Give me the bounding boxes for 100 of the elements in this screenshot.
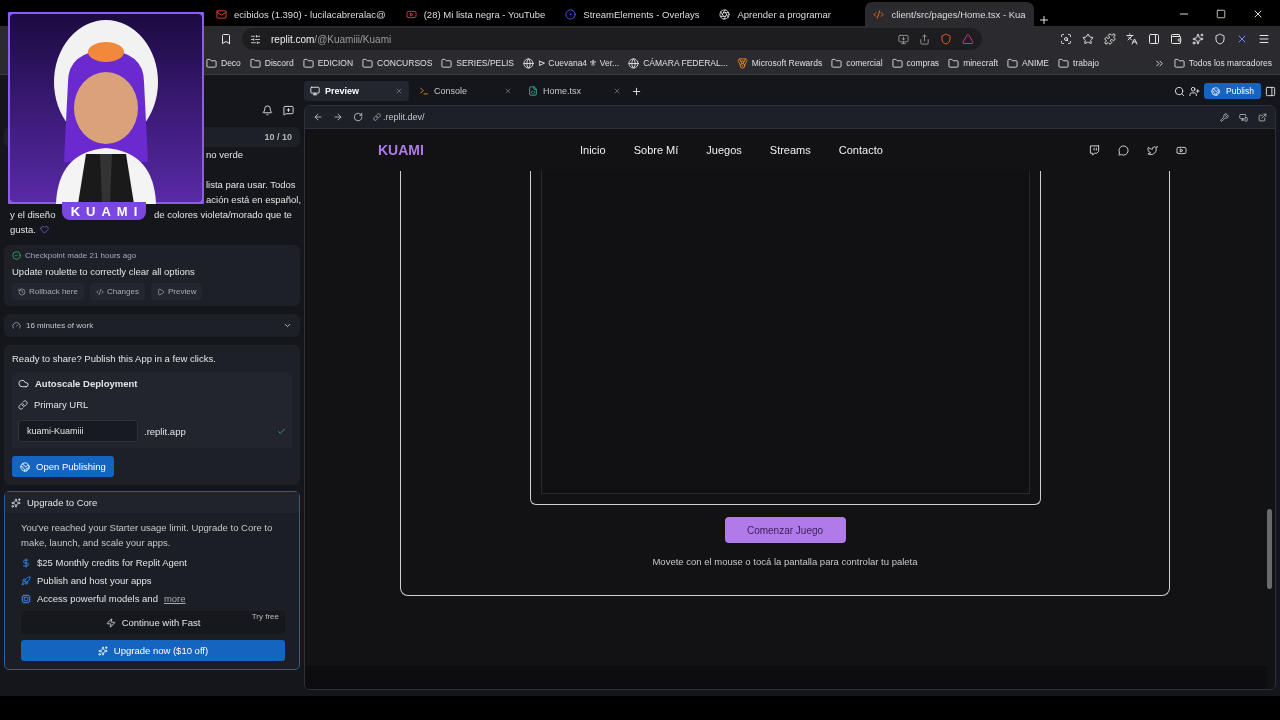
address-bar[interactable]: replit.com/@Kuamiii/Kuami (242, 28, 982, 50)
globe-icon (20, 461, 30, 472)
open-publishing-button[interactable]: Open Publishing (12, 456, 114, 477)
continue-button[interactable]: Continue with Fast Try free (21, 611, 285, 634)
sidebar-icon (1148, 33, 1160, 45)
terminal-icon (419, 86, 429, 96)
install-icon (898, 33, 909, 45)
bookmark[interactable]: minecraft (948, 57, 999, 69)
close-icon (504, 87, 512, 95)
message-text: y el diseño (10, 209, 56, 220)
bookmark[interactable]: CONCURSOS (362, 57, 433, 69)
bookmark[interactable]: trabajo (1058, 57, 1099, 69)
bookmark[interactable]: Todos los marcadores (1173, 57, 1272, 69)
bookmark[interactable]: EDICION (302, 57, 354, 69)
checkpoint-title: Update roulette to correctly clear all options (12, 266, 196, 277)
play-icon (156, 287, 165, 296)
feature-text: $25 Monthly credits for Replit Agent (37, 557, 187, 568)
workspace-tab[interactable]: Preview (304, 81, 409, 101)
folder-icon (441, 57, 453, 69)
url-field[interactable]: kuami-Kuamiii (18, 420, 138, 442)
bookmark[interactable]: Deco (206, 57, 241, 69)
nav-link[interactable]: Juegos (706, 144, 742, 156)
checkpoint-action[interactable]: Changes (89, 283, 145, 300)
monitor-icon (310, 86, 320, 96)
bookmark[interactable]: ANIME (1007, 57, 1049, 69)
folder-icon (362, 57, 374, 69)
wallet-icon (1170, 33, 1182, 45)
bookmark[interactable]: compras (891, 57, 940, 69)
checkpoint-action[interactable]: Preview (150, 283, 203, 300)
bookmark[interactable]: ⊳ Cuevana4 ⚜ Ver... (523, 57, 620, 69)
file-icon (528, 86, 538, 96)
publish-prompt: Ready to share? Publish this App in a few clicks. (12, 353, 217, 364)
nav-link[interactable]: Inicio (580, 144, 606, 156)
back-icon (313, 112, 323, 122)
globe-icon (523, 57, 534, 69)
mail-icon (216, 8, 227, 20)
message-text: ación está en español, (206, 194, 302, 205)
deployment-type: Autoscale Deployment (35, 378, 138, 389)
browser-tab[interactable]: ecibidos (1.390) - lucilacabreralac@ (208, 2, 394, 26)
browser-tab[interactable]: StreamElements - Overlays (557, 2, 708, 26)
reload-icon (353, 112, 363, 122)
gauge-icon (12, 321, 21, 330)
more-link[interactable]: more (163, 593, 186, 604)
puzzle-icon (1104, 33, 1116, 45)
site-logo[interactable]: KUAMI (378, 142, 578, 158)
overlay-name-badge: KUAMI (62, 202, 146, 220)
bookmark[interactable]: Discord (249, 57, 294, 69)
start-game-button[interactable]: Comenzar Juego (724, 517, 846, 543)
checkpoint-action[interactable]: Rollback here (12, 283, 84, 300)
bookmark[interactable]: SERIES/PELIS (441, 57, 514, 69)
browser-tab[interactable]: Aprender a programar (711, 2, 862, 26)
folder-icon (948, 57, 960, 69)
link-icon (18, 399, 28, 410)
browser-tab[interactable]: (28) Mi lista negra - YouTube (397, 2, 554, 26)
new-chat-icon (283, 105, 294, 116)
folder-icon (1007, 57, 1019, 69)
scrollbar-thumb[interactable] (1267, 509, 1272, 589)
wrench-icon (1220, 112, 1229, 122)
medal-icon (736, 57, 748, 69)
close-icon (395, 87, 403, 95)
bell-icon (262, 105, 273, 116)
bookmark[interactable]: CÁMARA FEDERAL... (628, 57, 728, 69)
dollar-icon (21, 557, 31, 568)
cloud-icon (18, 378, 29, 389)
try-free-label: Try free (251, 612, 279, 621)
search-icon (1174, 85, 1186, 97)
folder-icon (1058, 57, 1069, 69)
upgrade-button[interactable]: Upgrade now ($10 off) (21, 640, 285, 661)
shield-icon (940, 33, 952, 45)
chat-icon (1118, 144, 1129, 156)
preview-url[interactable]: .replit.dev/ (383, 112, 425, 122)
nav-link[interactable]: Contacto (838, 144, 883, 156)
url-suffix: .replit.app (144, 425, 186, 437)
play-icon (1176, 144, 1187, 156)
url-label: Primary URL (34, 399, 89, 410)
globe-icon (1211, 86, 1221, 96)
browser-tab[interactable]: client/src/pages/Home.tsx - Kua (865, 2, 1034, 26)
nav-link[interactable]: Streams (769, 144, 811, 156)
add-tab-icon (631, 85, 642, 97)
devices-icon (1239, 112, 1248, 122)
close-icon (1252, 8, 1264, 20)
folder-icon (206, 57, 217, 69)
message-text: de colores violeta/morado que te (154, 209, 292, 220)
bookmark[interactable]: comercial (831, 57, 883, 69)
workspace-tab[interactable]: Home.tsx (522, 81, 627, 101)
scan-icon (1060, 33, 1072, 45)
site-info-icon (250, 33, 261, 45)
workspace-tab[interactable]: Console (413, 81, 518, 101)
restore-icon (1216, 9, 1226, 19)
feature-text: Access powerful models and (37, 593, 158, 604)
work-summary[interactable]: 16 minutes of work (4, 314, 300, 337)
feature-text: Publish and host your apps (37, 575, 152, 586)
globe-icon (628, 57, 640, 69)
shield-icon (1214, 33, 1226, 45)
bookmark[interactable]: Microsoft Rewards (736, 57, 823, 69)
play-icon (405, 8, 417, 20)
message-text: gusta. (10, 224, 36, 235)
folder-icon (249, 57, 261, 69)
publish-button[interactable]: Publish (1204, 83, 1261, 99)
nav-link[interactable]: Sobre Mí (633, 144, 679, 156)
